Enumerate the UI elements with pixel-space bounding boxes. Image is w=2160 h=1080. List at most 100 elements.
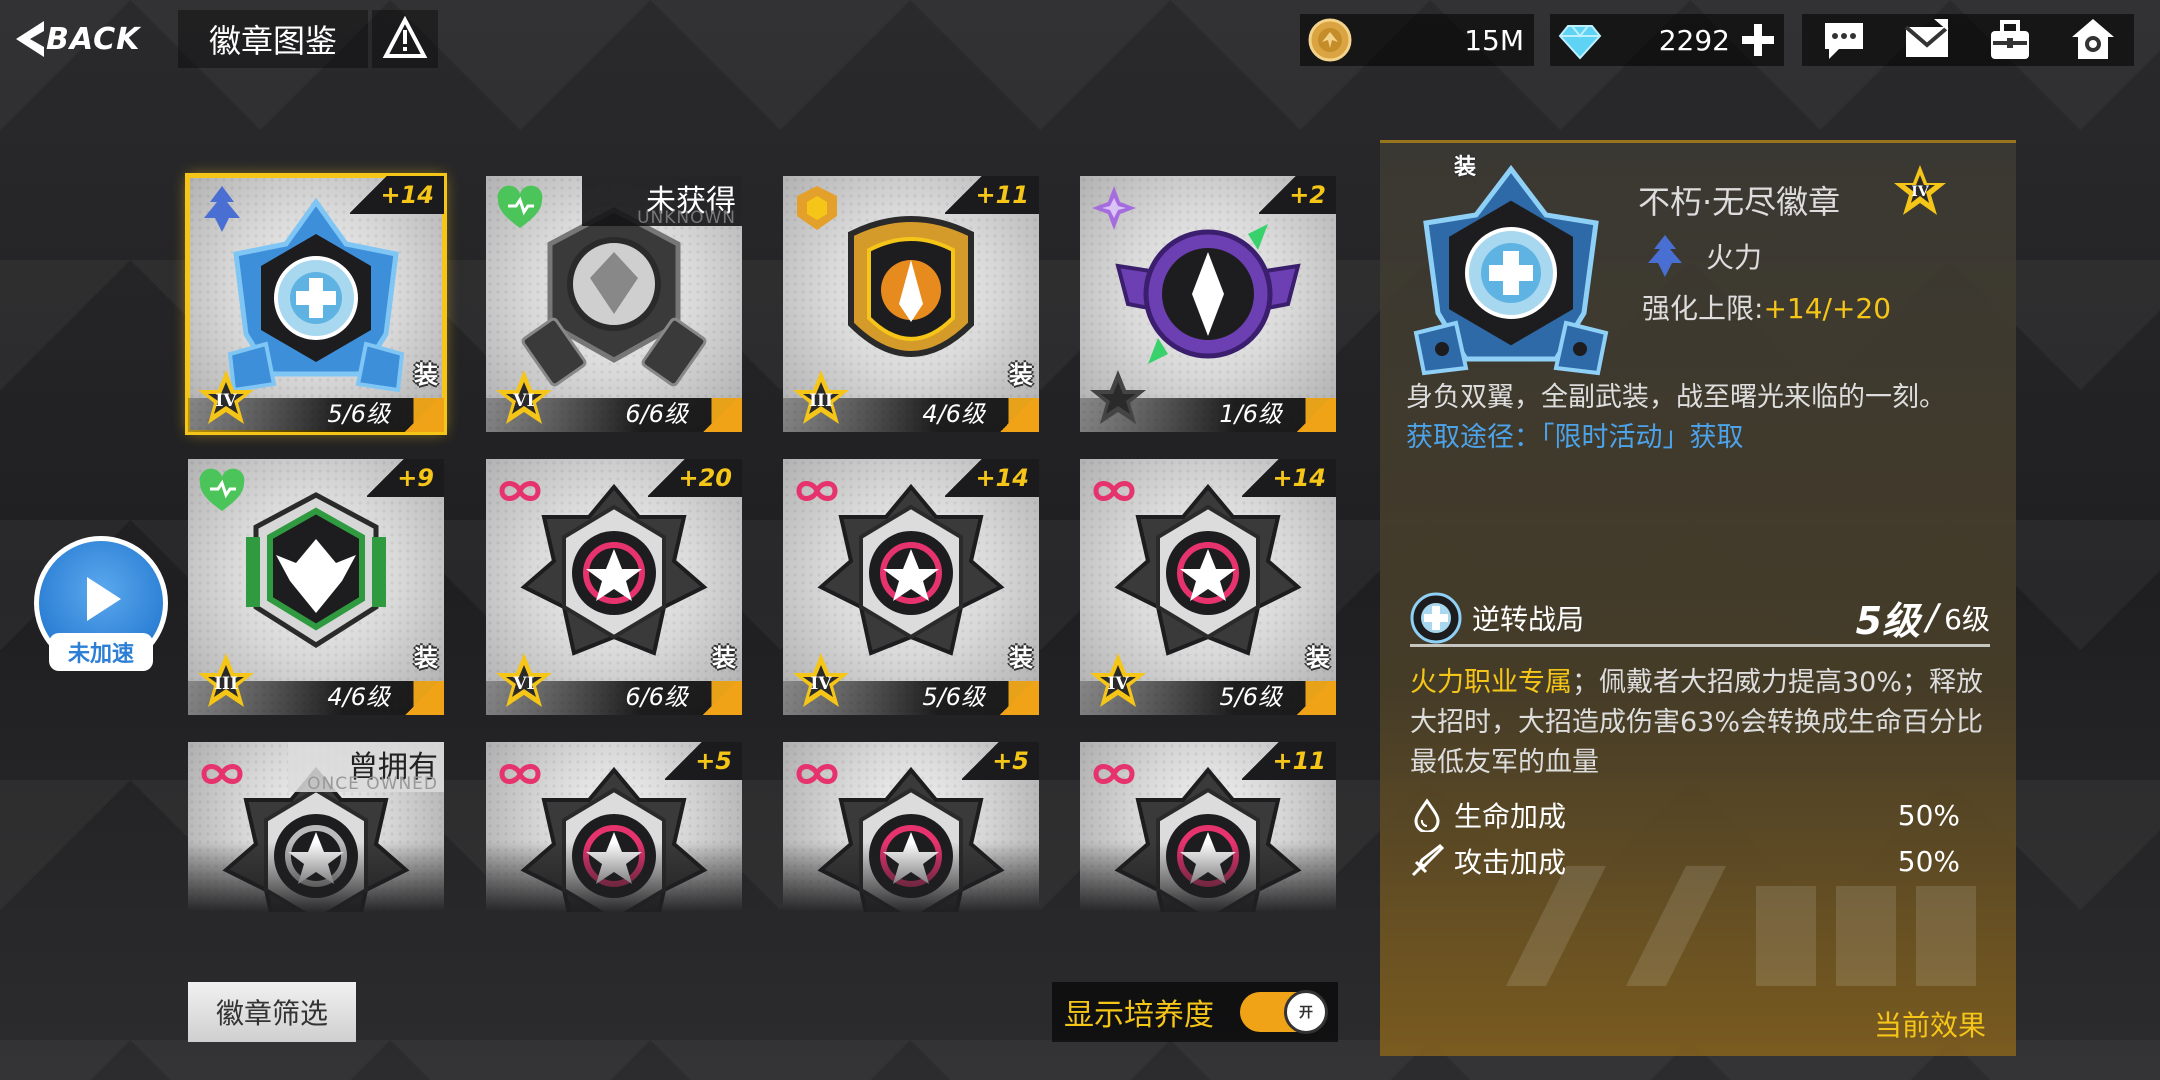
rank-home-icon[interactable]	[2068, 17, 2118, 63]
badge-card[interactable]: +5	[486, 742, 742, 912]
badge-card[interactable]: 曾拥有 ONCE OWNED	[188, 742, 444, 912]
stat-hp-bonus: 生命加成 50%	[1410, 795, 1960, 835]
back-arrow-icon	[16, 21, 44, 57]
badge-level: 5/6级	[327, 400, 390, 428]
enhance-bonus: +20	[648, 459, 742, 497]
stat-atk-label: 攻击加成	[1454, 846, 1567, 879]
skill-level-separator: /	[1926, 597, 1939, 638]
acquisition-source-link[interactable]: 获取途径：「限时活动」获取	[1406, 415, 1744, 454]
coin-icon	[1308, 18, 1352, 62]
show-cultivation-label: 显示培养度	[1064, 998, 1214, 1033]
badge-card[interactable]: +14 5/6级 IV 装	[1080, 459, 1336, 715]
infinite-type-icon	[499, 764, 541, 784]
shield-type-icon	[797, 186, 837, 230]
enhance-limit-label: 强化上限:	[1642, 292, 1764, 325]
equipped-mark: 装	[414, 644, 438, 672]
coin-counter: 15M	[1300, 14, 1534, 66]
skill-header: 逆转战局 5级 / 6级	[1410, 591, 1990, 647]
back-label: BACK	[46, 21, 141, 57]
equipped-mark: 装	[414, 361, 438, 389]
svg-text:IV: IV	[215, 391, 237, 411]
rank-star-icon: IV	[793, 653, 849, 707]
back-button[interactable]: BACK	[12, 14, 172, 64]
show-cultivation-toggle-row[interactable]: 显示培养度 开	[1052, 982, 1338, 1042]
rank-star-icon: VI	[496, 653, 552, 707]
badge-card[interactable]: +14 5/6级 IV 装	[185, 173, 447, 435]
add-gems-icon[interactable]	[1740, 22, 1776, 58]
equipped-mark: 装	[1306, 644, 1330, 672]
sword-icon	[1411, 844, 1444, 877]
badge-description: 身负双翼，全副武装，战至曙光来临的一刻。	[1406, 382, 1946, 413]
infinite-type-icon	[1093, 764, 1135, 784]
badge-card[interactable]: +20 6/6级 VI 装	[486, 459, 742, 715]
bag-icon[interactable]	[1985, 17, 2035, 63]
svg-text:VI: VI	[512, 674, 534, 694]
svg-text:IV: IV	[1107, 674, 1129, 694]
enhance-bonus: +2	[1259, 176, 1336, 214]
page-title: 徽章图鉴	[178, 10, 368, 68]
badge-name: 不朽·无尽徽章	[1638, 183, 1841, 221]
fire-type-icon	[204, 186, 240, 232]
skill-exclusive-tag: 火力职业专属	[1410, 667, 1572, 698]
enhance-bonus: +14	[1242, 459, 1336, 497]
svg-text:IV: IV	[1911, 184, 1930, 200]
diamond-icon	[1558, 25, 1602, 60]
equipped-mark: 装	[712, 644, 736, 672]
infinite-type-icon	[796, 764, 838, 784]
class-name: 火力	[1706, 241, 1763, 274]
svg-text:IV: IV	[810, 674, 832, 694]
mail-icon[interactable]	[1902, 17, 1952, 63]
rank-star-icon: III	[198, 653, 254, 707]
skill-name: 逆转战局	[1472, 602, 1585, 636]
tech-type-icon	[1092, 186, 1136, 230]
status-tag: 曾拥有 ONCE OWNED	[288, 742, 444, 792]
enhance-bonus: +5	[962, 742, 1039, 780]
badge-level: 4/6级	[922, 400, 985, 428]
badge-level: 6/6级	[625, 683, 688, 711]
badge-detail-panel: 装 不朽·无尽徽章 IV 火力 强化上限:+14/+20 身负双翼，全副武装，战…	[1380, 140, 2016, 1056]
enhance-bonus: +9	[367, 459, 444, 497]
enhance-limit-value: +14/+20	[1763, 292, 1892, 325]
enhance-bonus: +5	[665, 742, 742, 780]
badge-level: 6/6级	[625, 400, 688, 428]
badge-class: 火力	[1642, 233, 1762, 279]
infinite-type-icon	[796, 481, 838, 501]
badge-level: 1/6级	[1219, 400, 1282, 428]
badge-card[interactable]: +5	[783, 742, 1039, 912]
droplet-icon	[1414, 798, 1440, 832]
heal-type-icon	[497, 185, 543, 228]
badge-card[interactable]: 未获得 UNKNOWN 6/6级 VI	[486, 176, 742, 432]
current-effect-label: 当前效果	[1873, 1009, 1986, 1042]
info-button[interactable]	[372, 10, 438, 68]
speed-up-button[interactable]: 未加速	[34, 536, 168, 671]
heal-type-icon	[199, 468, 245, 511]
show-cultivation-toggle[interactable]: 开	[1240, 990, 1328, 1034]
rank-star-icon: IV	[1894, 165, 1946, 215]
skill-icon	[1410, 592, 1462, 643]
badge-filter-button[interactable]: 徽章筛选	[188, 982, 356, 1042]
play-icon	[87, 577, 121, 621]
badge-card[interactable]: +2 1/6级	[1080, 176, 1336, 432]
svg-text:III: III	[214, 674, 238, 694]
enhance-bonus: +11	[945, 176, 1039, 214]
stat-hp-value: 50%	[1897, 798, 1960, 832]
infinite-type-icon	[499, 481, 541, 501]
badge-card[interactable]: +11	[1080, 742, 1336, 912]
infinite-type-icon	[201, 764, 243, 784]
chat-icon[interactable]	[1819, 17, 1869, 63]
rank-star-icon	[1090, 370, 1146, 424]
rank-star-icon: III	[793, 370, 849, 424]
infinite-type-icon	[1093, 481, 1135, 501]
equipped-mark: 装	[1454, 155, 1477, 180]
badge-card[interactable]: +9 4/6级 III 装	[188, 459, 444, 715]
enhance-bonus: +14	[945, 459, 1039, 497]
rank-star-icon: IV	[1090, 653, 1146, 707]
badge-card[interactable]: +11 4/6级 III 装	[783, 176, 1039, 432]
enhance-limit: 强化上限:+14/+20	[1642, 287, 1891, 327]
toggle-knob: 开	[1284, 990, 1328, 1034]
equipped-mark: 装	[1009, 644, 1033, 672]
badge-level: 5/6级	[1219, 683, 1282, 711]
badge-card[interactable]: +14 5/6级 IV 装	[783, 459, 1039, 715]
svg-text:III: III	[809, 391, 833, 411]
svg-text:VI: VI	[512, 391, 534, 411]
